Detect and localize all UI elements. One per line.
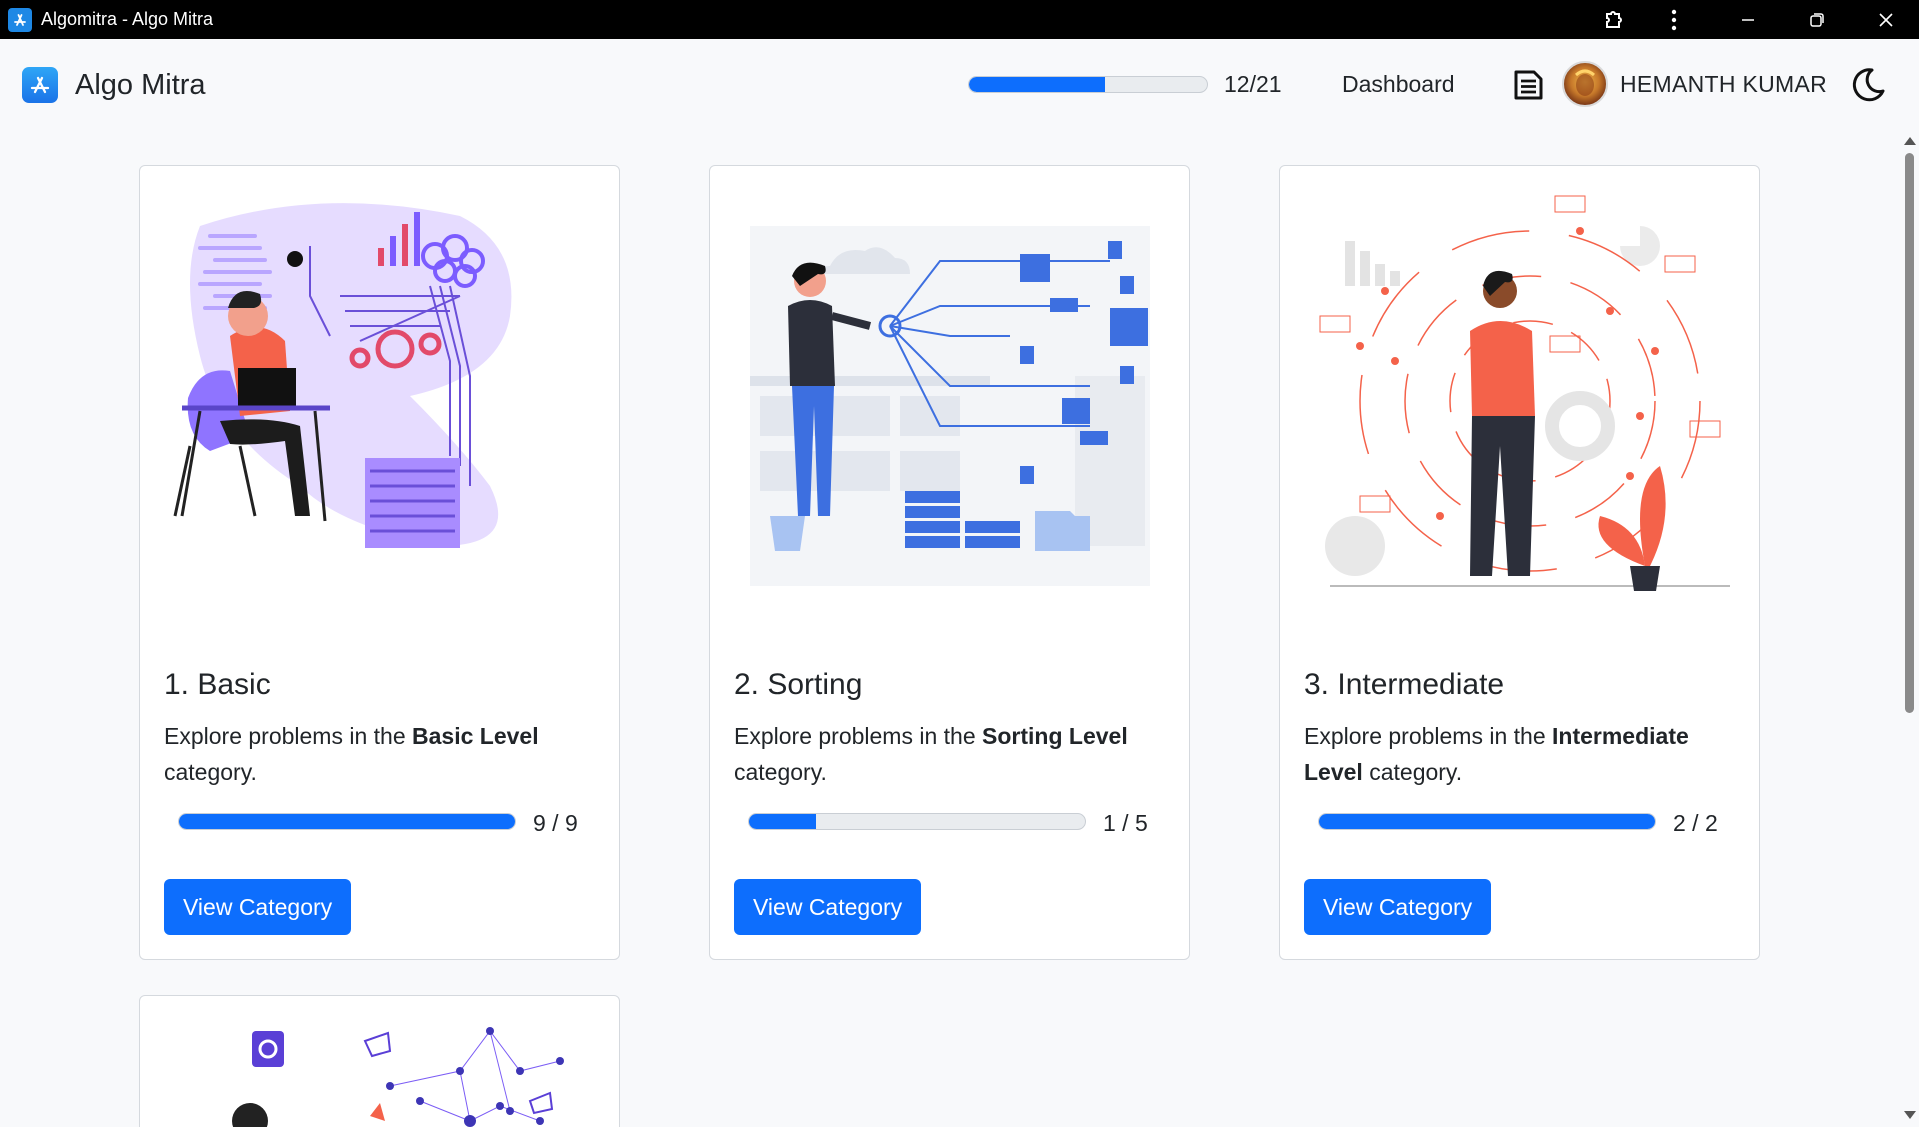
overall-progress-bar (968, 76, 1208, 93)
category-title: 1. Basic (164, 668, 271, 701)
scroll-down-icon[interactable] (1904, 1111, 1916, 1119)
category-progress-bar (1318, 813, 1656, 830)
category-progress-count: 2 / 2 (1673, 810, 1718, 836)
category-card-partial (139, 995, 620, 1127)
basic-illustration (173, 203, 512, 548)
category-card-intermediate: 3. Intermediate Explore problems in the … (1279, 165, 1760, 960)
category-progress-bar (178, 813, 516, 830)
app-store-icon (8, 7, 32, 32)
overall-progress-fill (969, 77, 1105, 92)
category-description: Explore problems in the Sorting Level ca… (734, 723, 1128, 785)
view-category-button[interactable]: View Category (734, 879, 922, 935)
category-title: 2. Sorting (734, 668, 863, 701)
view-category-button[interactable]: View Category (1304, 879, 1492, 935)
user-name[interactable]: HEMANTH KUMAR (1620, 71, 1827, 98)
intermediate-illustration (1319, 195, 1730, 591)
nav-dashboard-link[interactable]: Dashboard (1342, 71, 1455, 98)
network-illustration (232, 1027, 564, 1127)
moon-icon[interactable] (1848, 65, 1888, 105)
category-progress-count: 1 / 5 (1103, 810, 1148, 836)
category-progress-fill (749, 814, 817, 829)
scrollbar-thumb[interactable] (1905, 153, 1914, 713)
overall-progress-count: 12/21 (1224, 71, 1282, 97)
category-description: Explore problems in the Intermediate Lev… (1304, 723, 1689, 785)
category-card-basic: 1. Basic Explore problems in the Basic L… (139, 165, 620, 960)
page-scrollbar[interactable] (1900, 131, 1919, 1127)
notes-icon[interactable] (1510, 67, 1546, 103)
close-icon[interactable] (1856, 0, 1916, 39)
category-description: Explore problems in the Basic Level cate… (164, 723, 539, 785)
category-title: 3. Intermediate (1304, 668, 1505, 701)
extensions-icon[interactable] (1584, 0, 1644, 39)
sorting-illustration (750, 226, 1150, 586)
category-card-sorting: 2. Sorting Explore problems in the Sorti… (709, 165, 1190, 960)
window-title: Algomitra - Algo Mitra (41, 9, 214, 29)
category-progress-fill (179, 814, 515, 829)
brand-name[interactable]: Algo Mitra (75, 69, 206, 102)
category-progress-fill (1319, 814, 1655, 829)
category-progress-bar (748, 813, 1086, 830)
navbar: Algo Mitra 12/21 Dashboard HEMANTH KUMAR (0, 39, 1919, 131)
app-store-icon[interactable] (22, 67, 58, 103)
category-progress-count: 9 / 9 (533, 810, 578, 836)
view-category-button[interactable]: View Category (164, 879, 352, 935)
window-titlebar: Algomitra - Algo Mitra (0, 0, 1919, 39)
restore-icon[interactable] (1787, 0, 1847, 39)
minimize-icon[interactable] (1718, 0, 1778, 39)
avatar[interactable] (1562, 61, 1608, 107)
more-icon[interactable] (1644, 0, 1704, 39)
scroll-up-icon[interactable] (1904, 137, 1916, 145)
